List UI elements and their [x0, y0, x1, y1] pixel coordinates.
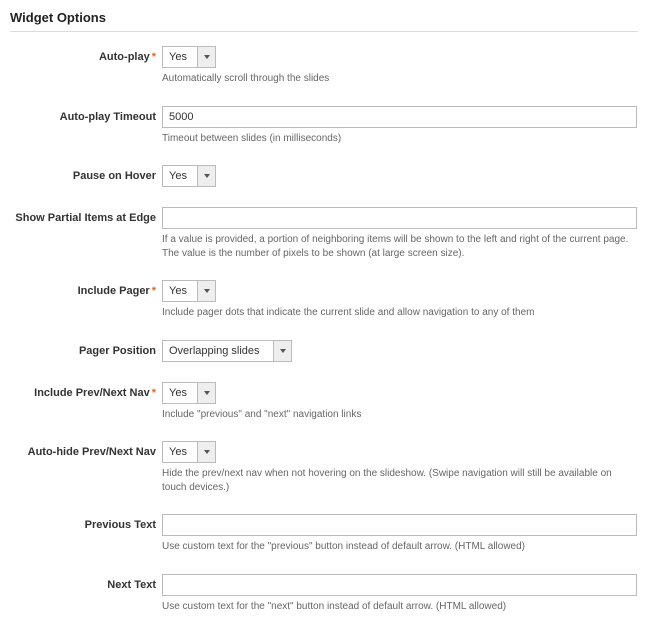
include-nav-select-value: Yes [163, 383, 197, 403]
row-next-text: Next Text Use custom text for the "next"… [10, 574, 638, 614]
next-text-input[interactable] [162, 574, 637, 596]
pause-on-hover-select-toggle[interactable] [197, 166, 215, 186]
pause-on-hover-select-value: Yes [163, 166, 197, 186]
autoplay-select-toggle[interactable] [197, 47, 215, 67]
label-show-partial: Show Partial Items at Edge [10, 207, 162, 225]
chevron-down-icon [204, 289, 210, 293]
label-autohide-nav: Auto-hide Prev/Next Nav [10, 441, 162, 459]
row-include-pager: Include Pager* Yes Include pager dots th… [10, 280, 638, 320]
previous-text-input[interactable] [162, 514, 637, 536]
previous-text-hint: Use custom text for the "previous" butto… [162, 540, 638, 554]
autohide-nav-select[interactable]: Yes [162, 441, 216, 463]
section-title: Widget Options [10, 8, 638, 32]
label-next-text: Next Text [10, 574, 162, 592]
label-autoplay-timeout: Auto-play Timeout [10, 106, 162, 124]
chevron-down-icon [204, 391, 210, 395]
pager-position-select[interactable]: Overlapping slides [162, 340, 292, 362]
row-pause-on-hover: Pause on Hover Yes [10, 165, 638, 187]
label-include-nav: Include Prev/Next Nav* [10, 382, 162, 400]
row-show-partial: Show Partial Items at Edge If a value is… [10, 207, 638, 260]
pager-position-select-value: Overlapping slides [163, 341, 273, 361]
include-pager-select[interactable]: Yes [162, 280, 216, 302]
label-autoplay: Auto-play* [10, 46, 162, 64]
row-pager-position: Pager Position Overlapping slides [10, 340, 638, 362]
required-mark: * [152, 387, 156, 399]
label-pager-position: Pager Position [10, 340, 162, 358]
next-text-hint: Use custom text for the "next" button in… [162, 600, 638, 614]
required-mark: * [152, 51, 156, 63]
autohide-nav-hint: Hide the prev/next nav when not hovering… [162, 467, 638, 494]
required-mark: * [152, 285, 156, 297]
pager-position-select-toggle[interactable] [273, 341, 291, 361]
autoplay-timeout-hint: Timeout between slides (in milliseconds) [162, 132, 638, 146]
label-pause-on-hover: Pause on Hover [10, 165, 162, 183]
autohide-nav-select-value: Yes [163, 442, 197, 462]
chevron-down-icon [204, 55, 210, 59]
row-include-nav: Include Prev/Next Nav* Yes Include "prev… [10, 382, 638, 422]
chevron-down-icon [204, 174, 210, 178]
pause-on-hover-select[interactable]: Yes [162, 165, 216, 187]
include-pager-select-toggle[interactable] [197, 281, 215, 301]
row-previous-text: Previous Text Use custom text for the "p… [10, 514, 638, 554]
include-nav-select[interactable]: Yes [162, 382, 216, 404]
chevron-down-icon [280, 349, 286, 353]
autoplay-select-value: Yes [163, 47, 197, 67]
include-nav-hint: Include "previous" and "next" navigation… [162, 408, 638, 422]
autoplay-timeout-input[interactable] [162, 106, 637, 128]
show-partial-hint: If a value is provided, a portion of nei… [162, 233, 638, 260]
row-autoplay: Auto-play* Yes Automatically scroll thro… [10, 46, 638, 86]
include-nav-select-toggle[interactable] [197, 383, 215, 403]
show-partial-input[interactable] [162, 207, 637, 229]
label-include-pager: Include Pager* [10, 280, 162, 298]
include-pager-select-value: Yes [163, 281, 197, 301]
chevron-down-icon [204, 450, 210, 454]
row-autohide-nav: Auto-hide Prev/Next Nav Yes Hide the pre… [10, 441, 638, 494]
include-pager-hint: Include pager dots that indicate the cur… [162, 306, 638, 320]
autoplay-select[interactable]: Yes [162, 46, 216, 68]
autohide-nav-select-toggle[interactable] [197, 442, 215, 462]
autoplay-hint: Automatically scroll through the slides [162, 72, 638, 86]
row-autoplay-timeout: Auto-play Timeout Timeout between slides… [10, 106, 638, 146]
label-previous-text: Previous Text [10, 514, 162, 532]
